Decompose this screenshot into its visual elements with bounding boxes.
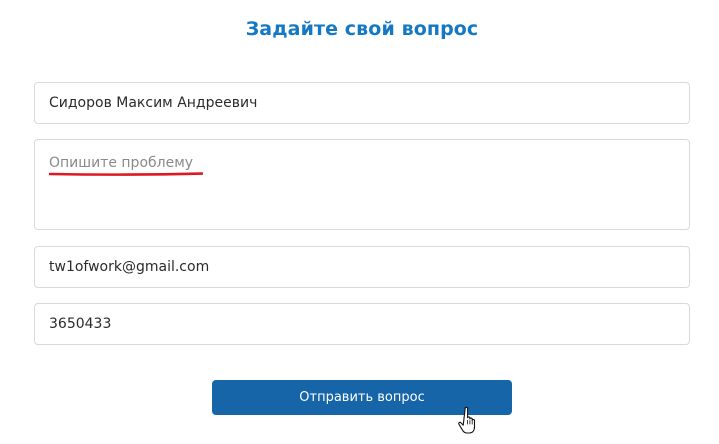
form-title: Задайте свой вопрос <box>245 18 479 40</box>
phone-field[interactable] <box>34 303 690 345</box>
submit-question-button[interactable]: Отправить вопрос <box>212 380 512 415</box>
email-field[interactable] <box>34 246 690 288</box>
red-underline-annotation <box>49 172 203 176</box>
ask-question-form: Задайте свой вопрос Отправить вопрос <box>0 0 719 444</box>
problem-description-field[interactable] <box>34 139 690 230</box>
name-field[interactable] <box>34 82 690 124</box>
